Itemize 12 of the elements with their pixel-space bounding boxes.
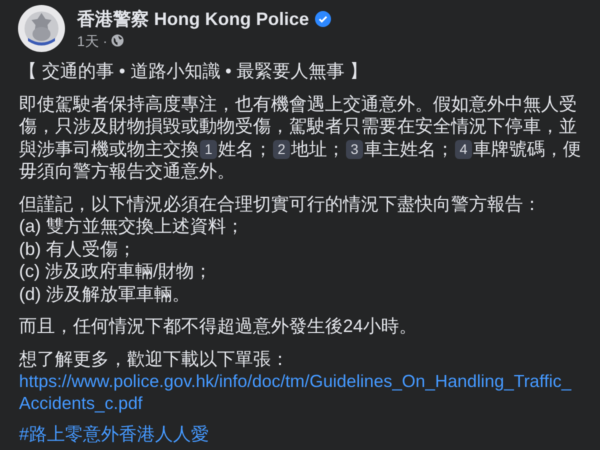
post-time[interactable]: 1天 xyxy=(77,30,99,50)
separator: · xyxy=(102,32,108,50)
post-paragraph: 即使駕駛者保持高度專注，也有機會遇上交通意外。假如意外中無人受傷，只涉及財物損毀或動物受傷，駕駛者只需要在安全情況下停車，並與涉事司機或物主交換 1 姓名； 2 地址； 3 車主姓名； 4 車牌號碼，便毋須向警方報告交通意外。 xyxy=(19,92,582,182)
author-name[interactable]: 香港警察 Hong Kong Police xyxy=(77,6,309,30)
avatar-icon[interactable] xyxy=(18,5,65,52)
post-paragraph: 【 交通的事 • 道路小知識 • 最緊要人無事 】 xyxy=(19,60,369,82)
hashtag-link[interactable]: #路上零意外香港人人愛 xyxy=(19,423,210,446)
post-paragraph: 但謹記，以下情況必須在合理切實可行的情況下盡快向警方報告： (a) 雙方並無交換上述資料； (b) 有人受傷； (c) 涉及政府車輛/財物； (d) 涉及解放軍車輛。 xyxy=(19,192,542,305)
post-paragraph: 而且，任何情況下都不得超過意外發生後24小時。 xyxy=(19,315,418,338)
pdf-link[interactable]: https://www.police.gov.hk/info/doc/tm/Guidelines_On_Handling_Traffic_Accidents_c.pdf xyxy=(19,370,582,414)
globe-icon xyxy=(111,34,124,47)
post-paragraph: 想了解更多，歡迎下載以下單張： xyxy=(19,348,290,370)
